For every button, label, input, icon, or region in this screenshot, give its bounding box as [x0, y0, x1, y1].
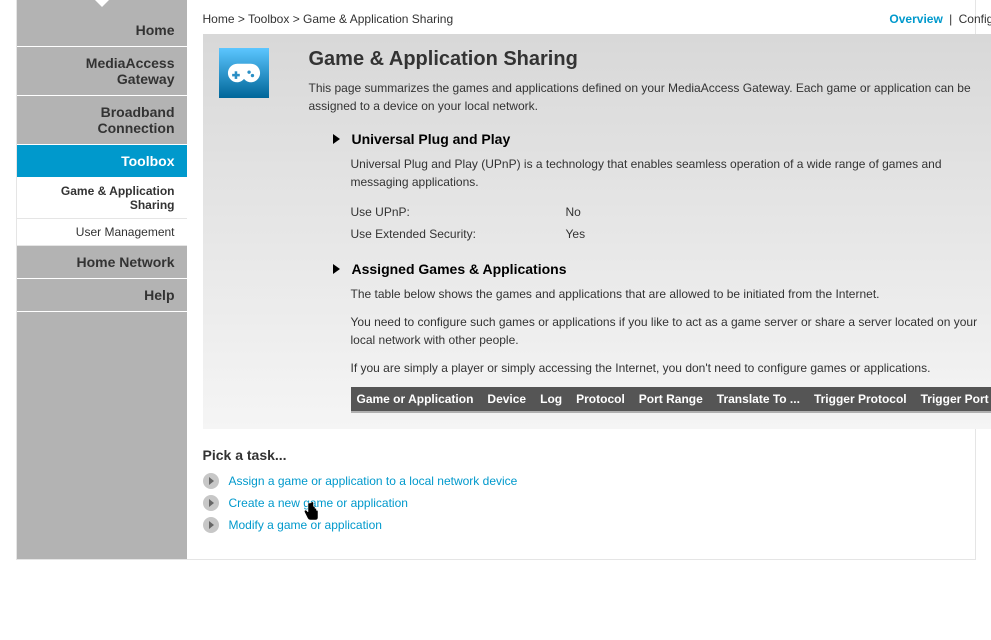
col-translate: Translate To ...: [717, 392, 800, 406]
sidebar: Home MediaAccess Gateway Broadband Conne…: [17, 0, 187, 559]
task-bullet-icon: [203, 495, 219, 511]
col-protocol: Protocol: [576, 392, 625, 406]
section-arrow-icon: [333, 134, 340, 144]
col-log: Log: [540, 392, 562, 406]
subnav-game-app-sharing[interactable]: Game & Application Sharing: [17, 178, 187, 219]
section-assigned: Assigned Games & Applications The table …: [329, 261, 991, 413]
task-modify[interactable]: Modify a game or application: [229, 518, 382, 532]
crumb-current: Game & Application Sharing: [303, 12, 453, 26]
crumb-home[interactable]: Home: [203, 12, 235, 26]
page-title: Game & Application Sharing: [309, 48, 991, 71]
section-upnp: Universal Plug and Play Universal Plug a…: [329, 131, 991, 245]
col-port-range: Port Range: [639, 392, 703, 406]
subnav-user-management[interactable]: User Management: [17, 219, 187, 246]
page-description: This page summarizes the games and appli…: [309, 79, 991, 115]
kv-value: Yes: [566, 227, 586, 241]
kv-row-upnp: Use UPnP: No: [351, 201, 991, 223]
task-assign[interactable]: Assign a game or application to a local …: [229, 474, 518, 488]
col-game-app: Game or Application: [357, 392, 474, 406]
assigned-p1: The table below shows the games and appl…: [351, 285, 991, 303]
upnp-description: Universal Plug and Play (UPnP) is a tech…: [351, 155, 991, 191]
assigned-p3: If you are simply a player or simply acc…: [351, 359, 991, 377]
nav-toolbox[interactable]: Toolbox: [17, 145, 187, 178]
kv-key: Use UPnP:: [351, 205, 566, 219]
content-panel: Game & Application Sharing This page sum…: [203, 34, 991, 429]
col-trigger-protocol: Trigger Protocol: [814, 392, 907, 406]
tasks-section: Pick a task... Assign a game or applicat…: [203, 447, 991, 533]
assigned-p2: You need to configure such games or appl…: [351, 313, 991, 349]
nav-home[interactable]: Home: [17, 14, 187, 47]
kv-row-extsec: Use Extended Security: Yes: [351, 223, 991, 245]
nav-help[interactable]: Help: [17, 279, 187, 312]
task-create[interactable]: Create a new game or application: [229, 496, 408, 510]
game-controller-icon: [219, 48, 269, 98]
nav-broadband[interactable]: Broadband Connection: [17, 96, 187, 145]
breadcrumb: Home > Toolbox > Game & Application Shar…: [203, 12, 454, 26]
sub-nav: Game & Application Sharing User Manageme…: [17, 178, 187, 246]
view-links: Overview | Configure: [889, 12, 991, 26]
section-assigned-title: Assigned Games & Applications: [352, 261, 567, 277]
kv-value: No: [566, 205, 581, 219]
view-configure-link[interactable]: Configure: [959, 12, 991, 26]
col-device: Device: [487, 392, 526, 406]
task-bullet-icon: [203, 517, 219, 533]
section-arrow-icon: [333, 264, 340, 274]
view-overview-link[interactable]: Overview: [889, 12, 942, 26]
tasks-title: Pick a task...: [203, 447, 991, 463]
main-content: Home > Toolbox > Game & Application Shar…: [187, 0, 991, 559]
kv-key: Use Extended Security:: [351, 227, 566, 241]
task-bullet-icon: [203, 473, 219, 489]
crumb-toolbox[interactable]: Toolbox: [248, 12, 289, 26]
table-header: Game or Application Device Log Protocol …: [351, 387, 991, 413]
col-trigger-port: Trigger Port: [921, 392, 989, 406]
section-upnp-title: Universal Plug and Play: [352, 131, 511, 147]
nav-mediaaccess[interactable]: MediaAccess Gateway: [17, 47, 187, 96]
sidebar-notch: [95, 0, 109, 7]
nav-home-network[interactable]: Home Network: [17, 246, 187, 279]
